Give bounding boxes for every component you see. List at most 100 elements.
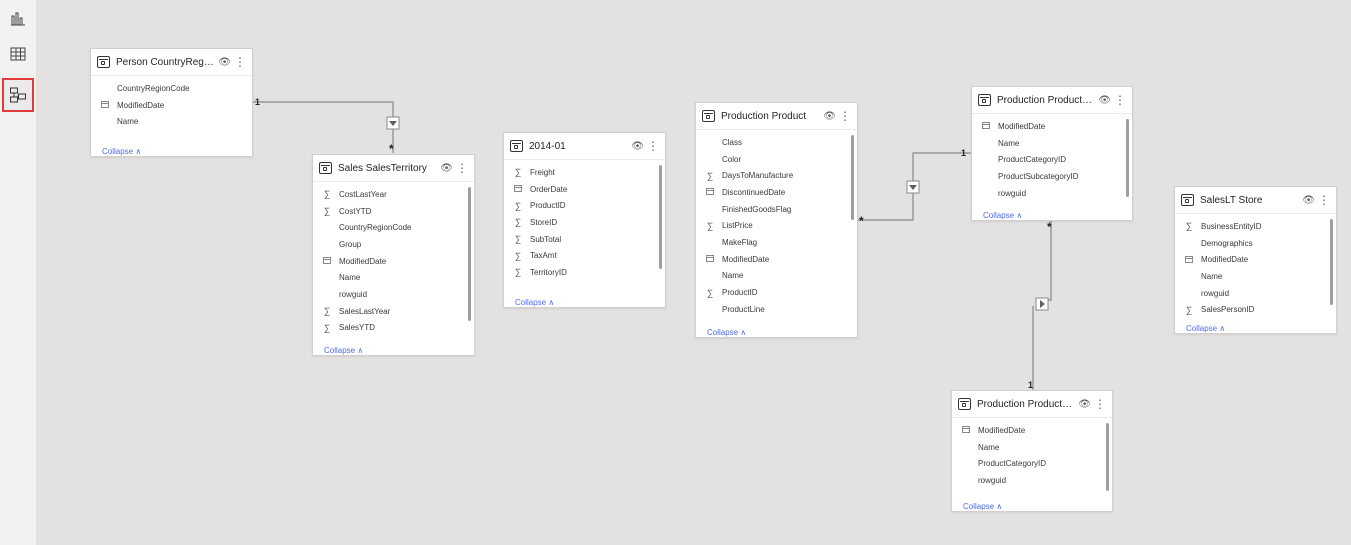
more-options-icon[interactable]: ⋮ <box>1114 94 1126 106</box>
field-row[interactable]: ∑ SalesPersonID <box>1175 301 1336 318</box>
field-row[interactable]: ∑ BusinessEntityID <box>1175 218 1336 235</box>
collapse-link[interactable]: Collapse ∧ <box>313 342 474 355</box>
field-row[interactable]: ProductCategoryID <box>972 151 1132 168</box>
table-header[interactable]: Production ProductS... 👁︎ ⋮ <box>972 87 1132 114</box>
field-row[interactable]: Name <box>972 135 1132 152</box>
field-row[interactable]: Demographics <box>1175 235 1336 252</box>
field-row[interactable]: Group <box>313 236 474 253</box>
field-row[interactable]: ∑ ProductID <box>696 284 857 301</box>
table-card[interactable]: Production Product 👁︎ ⋮ Class Color ∑ DaysToMa… <box>695 102 858 338</box>
eye-icon[interactable]: 👁︎ <box>1302 195 1315 206</box>
table-header[interactable]: Person CountryRegion 👁︎ ⋮ <box>91 49 252 76</box>
table-icon <box>97 56 110 68</box>
field-row[interactable]: ∑ CostYTD <box>313 203 474 220</box>
field-row[interactable]: Class <box>696 134 857 151</box>
scrollbar[interactable] <box>659 165 662 269</box>
cardinality-label: 1 <box>255 97 261 107</box>
table-card[interactable]: Person CountryRegion 👁︎ ⋮ CountryRegionCode… <box>90 48 253 157</box>
table-header[interactable]: Production ProductC... 👁︎ ⋮ <box>952 391 1112 418</box>
table-card[interactable]: 2014-01 👁︎ ⋮ ∑ Freight OrderDate ∑ ProductID ∑ St… <box>503 132 666 308</box>
field-row[interactable]: ∑ SalesYTD <box>313 320 474 337</box>
more-options-icon[interactable]: ⋮ <box>1318 194 1330 206</box>
scrollbar[interactable] <box>1126 119 1129 197</box>
field-row[interactable]: Name <box>1175 268 1336 285</box>
table-header[interactable]: Sales SalesTerritory 👁︎ ⋮ <box>313 155 474 182</box>
field-row[interactable]: DiscontinuedDate <box>696 184 857 201</box>
sigma-icon: ∑ <box>514 217 522 228</box>
sigma-icon: ∑ <box>514 267 522 278</box>
field-row[interactable]: MakeFlag <box>696 234 857 251</box>
field-row[interactable]: rowguid <box>313 286 474 303</box>
field-row[interactable]: ProductSubcategoryID <box>972 168 1132 185</box>
field-row[interactable]: FinishedGoodsFlag <box>696 201 857 218</box>
field-row[interactable]: ∑ TaxAmt <box>504 247 665 264</box>
table-title: SalesLT Store <box>1200 194 1263 206</box>
field-row[interactable]: rowguid <box>972 185 1132 202</box>
field-row[interactable]: ModifiedDate <box>313 253 474 270</box>
field-row[interactable]: ModifiedDate <box>696 251 857 268</box>
field-label: SalesYTD <box>339 323 376 333</box>
field-label: Color <box>722 154 742 164</box>
sigma-icon: ∑ <box>706 220 714 231</box>
collapse-link[interactable]: Collapse ∧ <box>952 498 1112 511</box>
field-row[interactable]: ∑ ProductID <box>504 197 665 214</box>
table-header[interactable]: Production Product 👁︎ ⋮ <box>696 103 857 130</box>
field-row[interactable]: ∑ SalesLastYear <box>313 303 474 320</box>
table-header[interactable]: 2014-01 👁︎ ⋮ <box>504 133 665 160</box>
eye-icon[interactable]: 👁︎ <box>1098 95 1111 106</box>
field-row[interactable]: ModifiedDate <box>1175 251 1336 268</box>
scrollbar[interactable] <box>1330 219 1333 305</box>
field-row[interactable]: ∑ StoreID <box>504 214 665 231</box>
collapse-link[interactable]: Collapse ∧ <box>972 207 1132 220</box>
table-card[interactable]: SalesLT Store 👁︎ ⋮ ∑ BusinessEntityID Demogra… <box>1174 186 1337 334</box>
eye-icon[interactable]: 👁︎ <box>1078 399 1091 410</box>
field-row[interactable]: rowguid <box>1175 285 1336 302</box>
field-row[interactable]: ModifiedDate <box>91 97 252 114</box>
field-row[interactable]: ProductCategoryID <box>952 455 1112 472</box>
field-row[interactable]: CountryRegionCode <box>91 80 252 97</box>
eye-icon[interactable]: 👁︎ <box>440 163 453 174</box>
field-row[interactable]: Name <box>313 269 474 286</box>
field-row[interactable]: ∑ CostLastYear <box>313 186 474 203</box>
field-list: CountryRegionCode ModifiedDate Name <box>91 76 252 143</box>
table-title: Production Product <box>721 110 807 122</box>
field-row[interactable]: ModifiedDate <box>952 422 1112 439</box>
field-row[interactable]: ∑ DaysToManufacture <box>696 167 857 184</box>
scrollbar[interactable] <box>1106 423 1109 491</box>
field-row[interactable]: Name <box>91 113 252 130</box>
sigma-icon: ∑ <box>1185 221 1193 232</box>
calendar-icon <box>99 100 111 110</box>
field-row[interactable]: ∑ Freight <box>504 164 665 181</box>
field-row[interactable]: ∑ SubTotal <box>504 231 665 248</box>
table-icon <box>319 162 332 174</box>
scrollbar[interactable] <box>851 135 854 220</box>
field-row[interactable]: Color <box>696 151 857 168</box>
field-row[interactable]: ProductLine <box>696 301 857 318</box>
field-row[interactable]: ∑ ListPrice <box>696 217 857 234</box>
collapse-link[interactable]: Collapse ∧ <box>696 324 857 337</box>
table-header[interactable]: SalesLT Store 👁︎ ⋮ <box>1175 187 1336 214</box>
field-row[interactable]: Name <box>952 439 1112 456</box>
field-row[interactable]: CountryRegionCode <box>313 219 474 236</box>
more-options-icon[interactable]: ⋮ <box>839 110 851 122</box>
collapse-link[interactable]: Collapse ∧ <box>1175 320 1336 333</box>
collapse-link[interactable]: Collapse ∧ <box>91 143 252 156</box>
eye-icon[interactable]: 👁︎ <box>823 111 836 122</box>
field-row[interactable]: OrderDate <box>504 181 665 198</box>
scrollbar[interactable] <box>468 187 471 321</box>
table-card[interactable]: Sales SalesTerritory 👁︎ ⋮ ∑ CostLastYear ∑ Cos… <box>312 154 475 356</box>
more-options-icon[interactable]: ⋮ <box>456 162 468 174</box>
eye-icon[interactable]: 👁︎ <box>631 141 644 152</box>
more-options-icon[interactable]: ⋮ <box>234 56 246 68</box>
field-row[interactable]: Name <box>696 268 857 285</box>
field-row[interactable]: ∑ TerritoryID <box>504 264 665 281</box>
field-row[interactable]: ModifiedDate <box>972 118 1132 135</box>
collapse-link[interactable]: Collapse ∧ <box>504 294 665 307</box>
table-card[interactable]: Production ProductS... 👁︎ ⋮ ModifiedDate Nam… <box>971 86 1133 221</box>
eye-icon[interactable]: 👁︎ <box>218 57 231 68</box>
more-options-icon[interactable]: ⋮ <box>1094 398 1106 410</box>
more-options-icon[interactable]: ⋮ <box>647 140 659 152</box>
field-label: rowguid <box>339 289 368 299</box>
table-card[interactable]: Production ProductC... 👁︎ ⋮ ModifiedDate Nam… <box>951 390 1113 512</box>
field-row[interactable]: rowguid <box>952 472 1112 489</box>
